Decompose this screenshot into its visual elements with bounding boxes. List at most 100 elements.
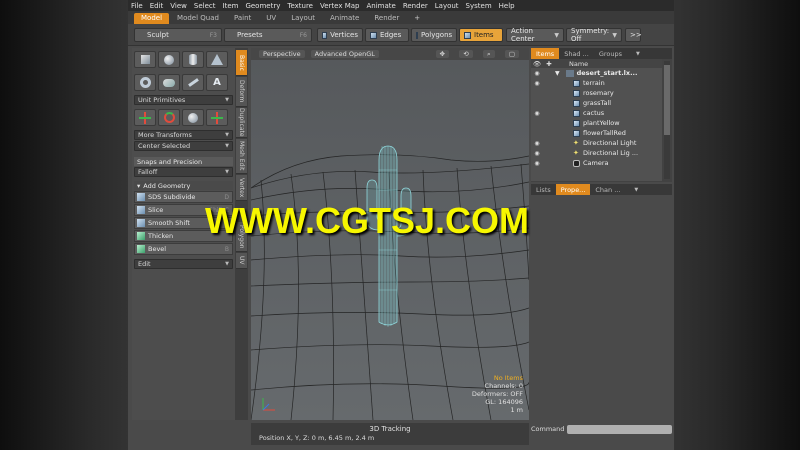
snaps-header[interactable]: Snaps and Precision: [134, 157, 233, 166]
rotate-view-icon[interactable]: ⟲: [459, 50, 473, 58]
scene-row[interactable]: ◉ ▼ desert_start.lx...: [531, 68, 662, 78]
item-row[interactable]: ◉ terrain: [531, 78, 662, 88]
torus-primitive-button[interactable]: [134, 74, 156, 91]
tab-paint[interactable]: Paint: [227, 13, 258, 24]
item-tree: 👁 ✚ Name ◉ ▼ desert_start.lx... ◉ terrain…: [531, 59, 662, 181]
cube-icon: [140, 55, 150, 64]
pen-tool-button[interactable]: [182, 74, 204, 91]
polygons-mode-button[interactable]: Polygons: [411, 28, 457, 42]
item-row[interactable]: ◉ Camera: [531, 158, 662, 168]
item-row[interactable]: ◉ ✦ Directional Light: [531, 138, 662, 148]
menu-item[interactable]: Item: [223, 2, 239, 10]
menu-layout[interactable]: Layout: [435, 2, 459, 10]
visibility-eye-icon[interactable]: ◉: [531, 150, 543, 157]
pan-icon[interactable]: ✥: [435, 50, 450, 58]
cube-primitive-button[interactable]: [134, 51, 156, 68]
sphere-icon: [164, 54, 174, 65]
tab-layout[interactable]: Layout: [284, 13, 322, 24]
sculpt-button[interactable]: Sculpt F3: [134, 28, 222, 42]
visibility-eye-icon[interactable]: ◉: [531, 140, 543, 147]
edges-mode-button[interactable]: Edges: [365, 28, 409, 42]
vtab-uv[interactable]: UV: [236, 253, 247, 269]
scale-tool-button[interactable]: [182, 109, 204, 126]
scrollbar-thumb[interactable]: [664, 65, 670, 135]
more-transforms-dropdown[interactable]: More Transforms ▼: [134, 130, 233, 140]
tab-items[interactable]: Items: [531, 48, 560, 59]
command-input[interactable]: [567, 424, 672, 434]
visibility-eye-icon[interactable]: ◉: [531, 80, 543, 87]
edit-dropdown[interactable]: Edit ▼: [134, 259, 233, 269]
gl-count-label: GL: 164096: [485, 398, 523, 406]
transform-tool-button[interactable]: [206, 109, 228, 126]
item-row[interactable]: ◉ cactus: [531, 108, 662, 118]
menu-view[interactable]: View: [170, 2, 187, 10]
visibility-eye-icon[interactable]: ◉: [531, 110, 543, 117]
tab-animate[interactable]: Animate: [323, 13, 366, 24]
tab-lists[interactable]: Lists: [531, 184, 556, 195]
grid-unit-label: 1 m: [510, 406, 523, 414]
expand-arrow-icon[interactable]: ▼: [555, 70, 560, 77]
item-row[interactable]: grassTall: [531, 98, 662, 108]
visibility-eye-icon[interactable]: ◉: [531, 70, 543, 77]
symmetry-dropdown[interactable]: Symmetry: Off ▼: [566, 27, 622, 43]
tab-render[interactable]: Render: [367, 13, 406, 24]
capsule-primitive-button[interactable]: [158, 74, 180, 91]
presets-button[interactable]: Presets F6: [224, 28, 312, 42]
move-tool-button[interactable]: [134, 109, 156, 126]
menu-system[interactable]: System: [466, 2, 492, 10]
items-scrollbar[interactable]: [664, 61, 670, 179]
item-row[interactable]: rosemary: [531, 88, 662, 98]
cylinder-primitive-button[interactable]: [182, 51, 204, 68]
tab-shader-tree[interactable]: Shad ...: [559, 48, 594, 59]
menu-edit[interactable]: Edit: [150, 2, 164, 10]
maximize-icon[interactable]: ▢: [504, 50, 519, 58]
more-tools-button[interactable]: >>: [625, 28, 642, 42]
action-center-dropdown[interactable]: Action Center ▼: [506, 27, 564, 43]
menu-animate[interactable]: Animate: [366, 2, 395, 10]
sculpt-label: Sculpt: [147, 31, 169, 39]
menu-texture[interactable]: Texture: [287, 2, 313, 10]
zoom-icon[interactable]: ⌕: [482, 50, 495, 58]
vtab-mesh-edit[interactable]: Mesh Edit: [236, 139, 247, 174]
vtab-basic[interactable]: Basic: [236, 50, 247, 76]
visibility-eye-icon[interactable]: ◉: [531, 160, 543, 167]
menu-help[interactable]: Help: [499, 2, 515, 10]
menu-render[interactable]: Render: [403, 2, 428, 10]
bevel-icon: [137, 245, 145, 253]
menu-file[interactable]: File: [131, 2, 143, 10]
vertices-mode-button[interactable]: Vertices: [317, 28, 363, 42]
center-selected-dropdown[interactable]: Center Selected ▼: [134, 141, 233, 151]
falloff-dropdown[interactable]: Falloff ▼: [134, 167, 233, 177]
mesh-icon: [573, 129, 580, 137]
menu-geometry[interactable]: Geometry: [245, 2, 280, 10]
tab-groups[interactable]: Groups: [594, 48, 627, 59]
tab-channels[interactable]: Chan ...: [590, 184, 625, 195]
panel-menu-button[interactable]: ▼: [627, 48, 645, 59]
panel-menu-button[interactable]: ▼: [625, 184, 643, 195]
tab-uv[interactable]: UV: [259, 13, 283, 24]
sphere-primitive-button[interactable]: [158, 51, 180, 68]
vtab-deform[interactable]: Deform: [236, 77, 247, 107]
item-row[interactable]: plantYellow: [531, 118, 662, 128]
menu-vertex-map[interactable]: Vertex Map: [320, 2, 360, 10]
items-mode-button[interactable]: Items: [459, 28, 503, 42]
menu-select[interactable]: Select: [194, 2, 216, 10]
tab-model-quad[interactable]: Model Quad: [170, 13, 226, 24]
add-geometry-header[interactable]: ▾ Add Geometry: [134, 181, 233, 190]
tab-properties[interactable]: Prope...: [555, 184, 591, 195]
add-tab-button[interactable]: +: [407, 13, 427, 24]
chevron-down-icon: ▼: [634, 186, 639, 193]
vtab-duplicate[interactable]: Duplicate: [236, 108, 247, 138]
viewport-stats: No Items Channels: 0 Deformers: OFF GL: …: [472, 374, 523, 414]
rotate-tool-button[interactable]: [158, 109, 180, 126]
text-tool-button[interactable]: A: [206, 74, 228, 91]
tab-model[interactable]: Model: [134, 13, 170, 24]
vtab-vertex[interactable]: Vertex: [236, 175, 247, 201]
item-row[interactable]: ◉ ✦ Directional Lig ...: [531, 148, 662, 158]
cone-primitive-button[interactable]: [206, 51, 228, 68]
shading-mode-dropdown[interactable]: Advanced OpenGL: [310, 50, 379, 58]
view-type-dropdown[interactable]: Perspective: [259, 50, 305, 58]
unit-primitives-dropdown[interactable]: Unit Primitives ▼: [134, 95, 233, 105]
bevel-button[interactable]: Bevel B: [134, 243, 233, 255]
item-row[interactable]: flowerTallRed: [531, 128, 662, 138]
